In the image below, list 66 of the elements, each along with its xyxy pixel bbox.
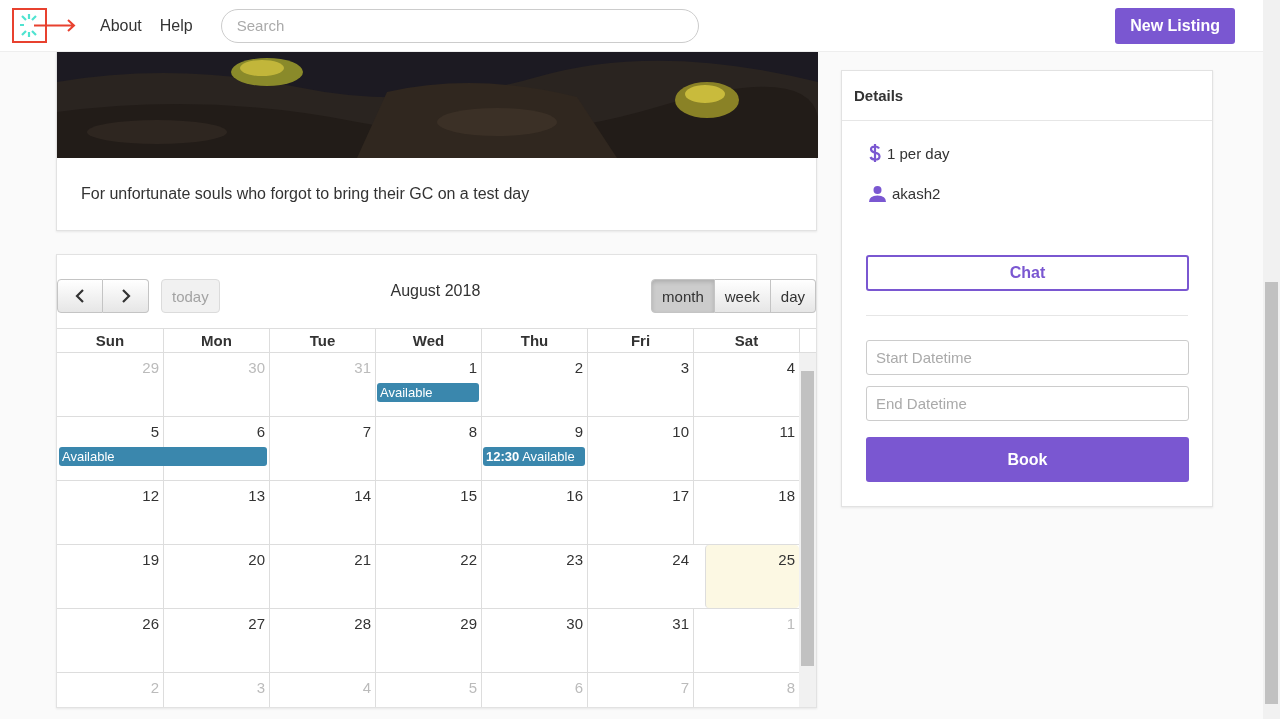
user-icon — [869, 184, 886, 202]
weekday-header: Mon — [163, 329, 269, 352]
nav-link[interactable]: Help — [159, 16, 193, 35]
chat-button[interactable]: Chat — [866, 255, 1189, 291]
start-datetime-field[interactable]: Start Datetime — [866, 340, 1189, 375]
day-number[interactable]: 20 — [248, 551, 265, 568]
dollar-icon — [869, 143, 881, 163]
day-number[interactable]: 22 — [460, 551, 477, 568]
day-number[interactable]: 25 — [778, 551, 795, 568]
day-number[interactable]: 26 — [142, 615, 159, 632]
day-number[interactable]: 2 — [574, 359, 583, 376]
book-button[interactable]: Book — [866, 437, 1189, 482]
chevron-left-icon — [75, 289, 85, 303]
page-scrollbar[interactable] — [1263, 0, 1280, 719]
day-number[interactable]: 13 — [248, 487, 265, 504]
view-tab[interactable]: month — [651, 279, 715, 313]
day-number[interactable]: 28 — [354, 615, 371, 632]
day-number[interactable]: 29 — [460, 615, 477, 632]
new-listing-button[interactable]: New Listing — [1115, 7, 1235, 44]
card-title: Details — [842, 71, 1212, 121]
calendar-title: August 2018 — [389, 282, 482, 300]
day-number[interactable]: 6 — [256, 423, 265, 440]
day-number[interactable]: 14 — [354, 487, 371, 504]
day-number[interactable]: 18 — [778, 487, 795, 504]
price-text: 1 per day — [887, 144, 950, 162]
weekday-header: Sun — [94, 331, 126, 351]
day-number[interactable]: 9 — [574, 423, 583, 440]
day-number[interactable]: 21 — [354, 551, 371, 568]
day-number[interactable]: 8 — [468, 423, 477, 440]
view-tab[interactable]: day — [770, 279, 816, 313]
day-number[interactable]: 17 — [672, 487, 689, 504]
weekday-header: Wed — [375, 329, 481, 352]
calendar-event[interactable]: Available — [377, 383, 479, 402]
end-datetime-field[interactable]: End Datetime — [866, 386, 1189, 421]
owner-name: akash2 — [892, 184, 941, 202]
view-tab[interactable]: week — [714, 279, 771, 313]
day-number[interactable]: 1 — [468, 359, 477, 376]
day-number[interactable]: 30 — [566, 615, 583, 632]
day-number[interactable]: 7 — [362, 423, 371, 440]
weekday-header: Sat — [693, 329, 799, 352]
weekday-header: Fri — [587, 329, 693, 352]
day-number[interactable]: 4 — [786, 359, 795, 376]
day-number[interactable]: 31 — [672, 615, 689, 632]
day-number[interactable]: 24 — [672, 551, 689, 568]
listing-description: For unfortunate souls who forgot to bring their GC on a test day — [80, 184, 531, 204]
calendar-event[interactable]: 12:30 Available — [483, 447, 585, 466]
search-field[interactable]: Search — [220, 8, 699, 43]
day-number[interactable]: 23 — [566, 551, 583, 568]
day-number[interactable]: 16 — [566, 487, 583, 504]
weekday-header: Tue — [269, 329, 375, 352]
day-number[interactable]: 27 — [248, 615, 265, 632]
day-number[interactable]: 5 — [150, 423, 159, 440]
day-number[interactable]: 3 — [680, 359, 689, 376]
day-number[interactable]: 10 — [672, 423, 689, 440]
logo-icon[interactable] — [12, 7, 78, 44]
nav-link[interactable]: About — [100, 16, 142, 35]
calendar-event[interactable]: Available — [59, 447, 267, 466]
day-number[interactable]: 12 — [142, 487, 159, 504]
previous-button[interactable] — [57, 279, 103, 313]
day-number[interactable]: 15 — [460, 487, 477, 504]
day-number[interactable]: 11 — [779, 423, 795, 440]
scrollbar[interactable] — [799, 353, 816, 707]
next-button[interactable] — [103, 279, 149, 313]
chevron-right-icon — [120, 289, 131, 303]
weekday-header: Thu — [481, 329, 587, 352]
day-number[interactable]: 19 — [142, 551, 159, 568]
